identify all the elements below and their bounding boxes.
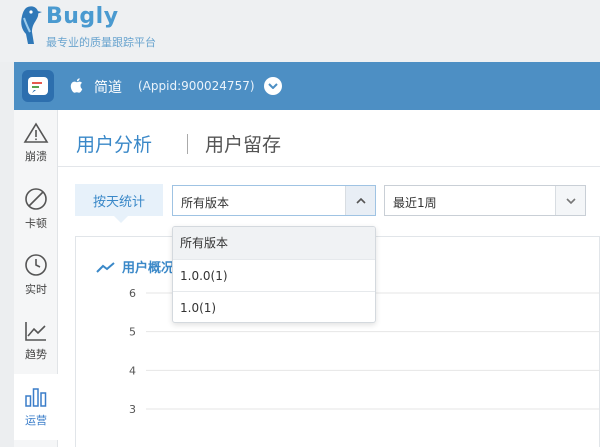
sidebar-item-realtime[interactable]: 实时 <box>14 242 58 308</box>
sidebar-item-label: 实时 <box>25 283 47 296</box>
brand-name[interactable]: Bugly <box>46 4 119 29</box>
app-name: 简道 <box>94 80 122 96</box>
app-icon[interactable] <box>22 70 54 102</box>
warning-icon <box>23 122 49 143</box>
chat-icon <box>32 82 42 93</box>
sidebar-item-label: 运营 <box>25 414 47 427</box>
y-tick-label: 5 <box>129 326 136 339</box>
dropdown-option[interactable]: 1.0(1) <box>173 291 375 322</box>
bugly-logo-icon <box>21 6 42 45</box>
brand-header: Bugly 最专业的质量跟踪平台 <box>0 0 600 62</box>
version-dropdown-menu: 所有版本 1.0.0(1) 1.0(1) <box>172 226 376 323</box>
chevron-down-icon[interactable] <box>555 186 585 215</box>
clock-icon <box>25 254 47 276</box>
version-select[interactable]: 所有版本 <box>172 185 376 216</box>
app-switch-chevron-icon[interactable] <box>264 77 282 95</box>
tabs-underline <box>58 166 600 167</box>
sidebar-item-label: 崩溃 <box>25 150 47 163</box>
y-tick-label: 6 <box>129 287 136 300</box>
range-select-value: 最近1周 <box>393 196 437 210</box>
brand-tagline: 最专业的质量跟踪平台 <box>46 36 156 49</box>
tab-user-retention[interactable]: 用户留存 <box>205 130 281 157</box>
sidebar-item-operation[interactable]: 运营 <box>14 374 58 440</box>
tab-divider <box>187 134 188 154</box>
chevron-up-icon[interactable] <box>345 186 375 215</box>
sidebar-item-trend[interactable]: 趋势 <box>14 308 58 374</box>
app-id: (Appid:900024757) <box>138 79 255 93</box>
sidebar-item-crash[interactable]: 崩溃 <box>14 110 58 176</box>
y-tick-label: 4 <box>129 364 136 377</box>
version-select-value: 所有版本 <box>181 196 230 210</box>
sidebar-item-label: 卡顿 <box>25 217 47 230</box>
block-icon <box>25 188 47 210</box>
range-select[interactable]: 最近1周 <box>384 185 586 216</box>
app-bar: 简道 (Appid:900024757) <box>14 62 600 110</box>
dropdown-option[interactable]: 1.0.0(1) <box>173 259 375 291</box>
sidebar: 崩溃 卡顿 实时 趋势 运营 <box>14 110 58 447</box>
chip-pointer <box>114 216 128 223</box>
sidebar-item-lag[interactable]: 卡顿 <box>14 176 58 242</box>
stat-by-day-chip[interactable]: 按天统计 <box>75 184 163 216</box>
y-tick-label: 3 <box>129 403 136 416</box>
sidebar-item-label: 趋势 <box>25 348 47 361</box>
bar-chart-icon <box>25 388 47 407</box>
tab-user-analysis[interactable]: 用户分析 <box>76 130 152 157</box>
apple-icon <box>70 78 83 93</box>
dropdown-option[interactable]: 所有版本 <box>173 227 375 259</box>
trend-icon <box>25 322 46 341</box>
